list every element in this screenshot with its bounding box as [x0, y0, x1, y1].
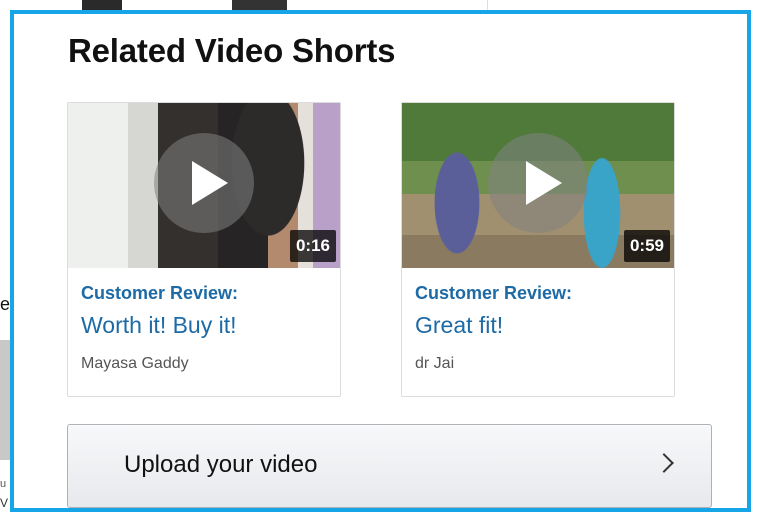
review-title-link[interactable]: Great fit!	[415, 312, 664, 339]
background-text-fragment: e	[0, 294, 11, 314]
reviewer-name: dr Jai	[415, 355, 455, 372]
background-thumbnail-fragment	[0, 340, 10, 460]
background-small-text: V	[0, 496, 9, 510]
video-card[interactable]: 0:16 Customer Review: Worth it! Buy it! …	[67, 102, 341, 397]
video-thumbnail[interactable]: 0:16	[68, 103, 340, 268]
section-title: Related Video Shorts	[68, 32, 396, 69]
upload-button-label: Upload your video	[124, 451, 318, 478]
related-video-shorts-panel: Related Video Shorts 0:16 Customer Revie…	[10, 10, 751, 512]
chevron-right-icon	[654, 453, 674, 473]
review-label[interactable]: Customer Review:	[81, 283, 330, 304]
play-icon[interactable]	[488, 133, 588, 233]
background-divider	[487, 0, 488, 10]
reviewer-name: Mayasa Gaddy	[81, 355, 189, 372]
video-duration: 0:16	[289, 230, 336, 262]
video-duration: 0:59	[623, 230, 670, 262]
upload-video-button[interactable]: Upload your video	[67, 424, 712, 508]
video-thumbnail[interactable]: 0:59	[402, 103, 674, 268]
play-icon[interactable]	[154, 133, 254, 233]
video-card[interactable]: 0:59 Customer Review: Great fit! dr Jai	[401, 102, 675, 397]
background-small-text: u	[0, 478, 7, 490]
review-title-link[interactable]: Worth it! Buy it!	[81, 312, 330, 339]
review-label[interactable]: Customer Review:	[415, 283, 664, 304]
